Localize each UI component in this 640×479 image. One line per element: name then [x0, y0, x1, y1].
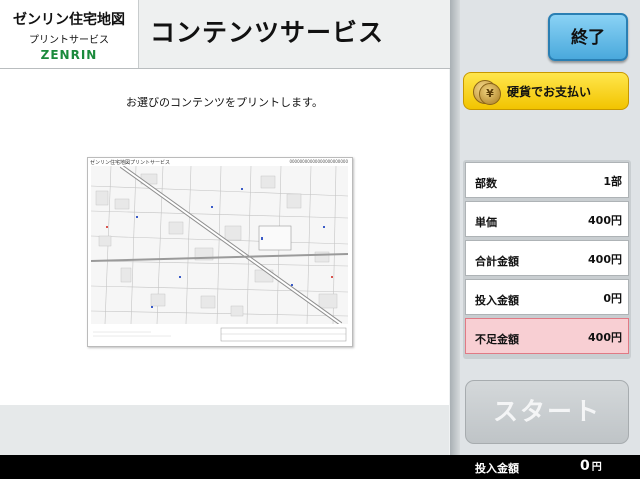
copies-label: 部数 — [475, 177, 497, 190]
panel-divider — [450, 0, 460, 455]
map-preview: ゼンリン住宅地図プリントサービス 00000000000000000000000 — [87, 157, 353, 347]
inserted-row: 投入金額 0円 — [465, 279, 629, 315]
status-inserted-label: 投入金額 — [475, 462, 519, 475]
logo-line-2: プリントサービス — [29, 35, 109, 46]
unit-price-value: 400円 — [588, 214, 622, 227]
map-image — [91, 166, 348, 324]
status-inserted-value: 0 — [580, 458, 590, 474]
page-title: コンテンツサービス — [150, 18, 385, 47]
exit-button[interactable]: 終了 — [548, 13, 628, 61]
preview-code: 00000000000000000000000 — [289, 159, 348, 164]
preview-footer — [91, 326, 348, 343]
print-message: お選びのコンテンツをプリントします。 — [126, 96, 323, 109]
total-value: 400円 — [588, 253, 622, 266]
unit-price-label: 単価 — [475, 216, 497, 229]
coin-payment-button[interactable]: ¥ 硬貨でお支払い — [463, 72, 629, 110]
status-bar: 投入金額 0円 — [0, 455, 640, 479]
shortfall-value: 400円 — [588, 331, 622, 344]
coin-icon: ¥ — [479, 83, 501, 105]
main-area: ゼンリン住宅地図 プリントサービス ZENRIN コンテンツサービス お選びのコ… — [0, 0, 450, 455]
inserted-label: 投入金額 — [475, 294, 519, 307]
map-drawing — [91, 166, 348, 324]
inserted-value: 0円 — [603, 292, 622, 305]
shortfall-row: 不足金額 400円 — [465, 318, 629, 354]
logo-brand: ZENRIN — [40, 48, 98, 62]
logo-line-1: ゼンリン住宅地図 — [13, 12, 125, 28]
coin-payment-label: 硬貨でお支払い — [507, 85, 592, 99]
copies-row: 部数 1部 — [465, 162, 629, 198]
control-sidebar: 終了 ¥ 硬貨でお支払い 部数 1部 単価 400円 合計金額 400円 投入金… — [460, 0, 640, 455]
copies-value: 1部 — [603, 175, 622, 188]
preview-footer-lines — [93, 327, 347, 342]
header: ゼンリン住宅地図 プリントサービス ZENRIN コンテンツサービス — [0, 0, 450, 69]
unit-price-row: 単価 400円 — [465, 201, 629, 237]
content-panel: お選びのコンテンツをプリントします。 ゼンリン住宅地図プリントサービス 0000… — [0, 69, 449, 405]
price-info-panel: 部数 1部 単価 400円 合計金額 400円 投入金額 0円 不足金額 400… — [463, 160, 631, 359]
content-bottom-strip — [0, 405, 449, 455]
total-row: 合計金額 400円 — [465, 240, 629, 276]
zenrin-logo: ゼンリン住宅地図 プリントサービス ZENRIN — [0, 0, 139, 68]
shortfall-label: 不足金額 — [475, 333, 519, 346]
status-inserted-amount: 0円 — [580, 458, 602, 474]
total-label: 合計金額 — [475, 255, 519, 268]
start-button[interactable]: スタート — [465, 380, 629, 444]
preview-header: ゼンリン住宅地図プリントサービス — [90, 160, 171, 166]
status-inserted-unit: 円 — [591, 462, 602, 473]
